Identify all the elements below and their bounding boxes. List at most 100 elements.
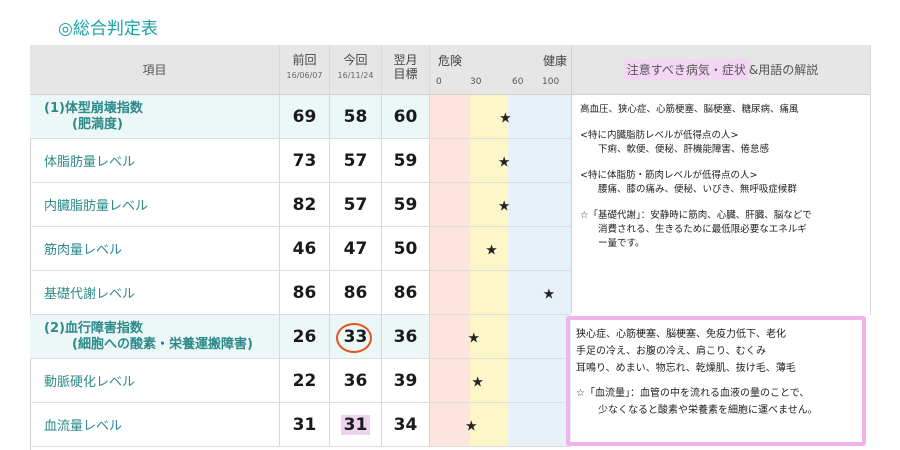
gauge-band bbox=[508, 227, 571, 270]
target-value: 34 bbox=[382, 403, 430, 446]
score-marker-icon: ★ bbox=[542, 285, 556, 302]
prev-value: 82 bbox=[280, 183, 330, 226]
row-label: 内臓脂肪量レベル bbox=[30, 183, 280, 226]
target-value: 39 bbox=[382, 359, 430, 402]
row-label: 基礎代謝レベル bbox=[30, 271, 280, 314]
prev-value: 69 bbox=[280, 95, 330, 138]
table-row: 体脂肪量レベル 73 57 59 ★ bbox=[30, 139, 571, 183]
notes-line: 耳鳴り、めまい、物忘れ、乾燥肌、抜け毛、薄毛 bbox=[576, 363, 796, 374]
row-label: (1)体型崩壊指数 (肥満度) bbox=[30, 95, 280, 138]
gauge-band bbox=[508, 139, 571, 182]
target-value: 59 bbox=[382, 139, 430, 182]
curr-value-cell: 86 bbox=[330, 271, 382, 314]
table-row: (1)体型崩壊指数 (肥満度) 69 58 60 ★ bbox=[30, 95, 571, 139]
notes-line: ☆「血流量」：血管の中を流れる血液の量のことで、 bbox=[576, 388, 810, 399]
header-prev-label: 前回 bbox=[292, 53, 317, 67]
curr-value-cell: 57 bbox=[330, 183, 382, 226]
curr-value: 57 bbox=[343, 194, 368, 215]
gauge-band bbox=[508, 315, 571, 358]
table-header: 項目 前回 16/06/07 今回 16/11/24 翌月 目標 危険 健康 0… bbox=[30, 45, 571, 95]
gauge-band bbox=[430, 315, 470, 358]
header-target-label2: 目標 bbox=[393, 67, 418, 81]
gauge-band bbox=[430, 95, 470, 138]
circle-mark bbox=[336, 323, 372, 353]
score-marker-icon: ★ bbox=[464, 417, 478, 434]
prev-value: 31 bbox=[280, 403, 330, 446]
curr-value-cell: 36 bbox=[330, 359, 382, 402]
curr-value-cell: 47 bbox=[330, 227, 382, 270]
gauge-band bbox=[508, 95, 571, 138]
gauge-healthy-label: 健康 bbox=[542, 54, 567, 68]
gauge-band bbox=[470, 271, 508, 314]
row-label-sub: (肥満度) bbox=[72, 116, 123, 132]
header-curr: 今回 16/11/24 bbox=[330, 45, 382, 94]
row-label-main: (2)血行障害指数 bbox=[44, 320, 143, 336]
table-row: (2)血行障害指数 (細胞への酸素・栄養運搬障害) 26 33 36 ★ bbox=[30, 315, 571, 359]
target-value: 60 bbox=[382, 95, 430, 138]
notes-line: 下痢、軟便、便秘、肝機能障害、倦怠感 bbox=[598, 144, 770, 155]
gauge-tick-label: 0 bbox=[436, 77, 442, 87]
gauge-band bbox=[430, 183, 470, 226]
table-right-border bbox=[870, 45, 871, 315]
notes-line: 手足の冷え、お腹の冷え、肩こり、むくみ bbox=[576, 346, 766, 357]
score-gauge: ★ bbox=[430, 227, 571, 270]
curr-value: 58 bbox=[343, 106, 368, 127]
table-row: 基礎代謝レベル 86 86 86 ★ bbox=[30, 271, 571, 315]
notes-body-type: 高血圧、狭心症、心筋梗塞、脳梗塞、糖尿病、痛風 <特に内臓脂肪レベルが低得点の人… bbox=[571, 95, 870, 313]
row-label-main: (1)体型崩壊指数 bbox=[44, 100, 143, 116]
gauge-band bbox=[508, 271, 571, 314]
notes-blood-flow: 狭心症、心筋梗塞、脳梗塞、免疫力低下、老化 手足の冷え、お腹の冷え、肩こり、むく… bbox=[566, 316, 866, 446]
row-label-sub: (細胞への酸素・栄養運搬障害) bbox=[72, 336, 253, 352]
score-marker-icon: ★ bbox=[499, 109, 512, 126]
notes-line: <特に内臓脂肪レベルが低得点の人> bbox=[580, 130, 739, 141]
notes-line: 狭心症、心筋梗塞、脳梗塞、免疫力低下、老化 bbox=[576, 329, 786, 340]
header-notes: 注意すべき病気・症状 &用語の解説 bbox=[571, 45, 870, 95]
header-item: 項目 bbox=[30, 45, 280, 94]
score-gauge: ★ bbox=[430, 359, 571, 402]
prev-value: 46 bbox=[280, 227, 330, 270]
gauge-band bbox=[430, 139, 470, 182]
curr-value-cell: 33 bbox=[330, 315, 382, 358]
curr-value-cell: 57 bbox=[330, 139, 382, 182]
gauge-band bbox=[508, 403, 571, 446]
score-gauge: ★ bbox=[430, 95, 571, 138]
table-row: 動脈硬化レベル 22 36 39 ★ bbox=[30, 359, 571, 403]
row-label: 筋肉量レベル bbox=[30, 227, 280, 270]
header-target: 翌月 目標 bbox=[382, 45, 430, 94]
score-marker-icon: ★ bbox=[485, 241, 498, 258]
curr-value: 47 bbox=[343, 238, 368, 259]
prev-value: 22 bbox=[280, 359, 330, 402]
score-marker-icon: ★ bbox=[497, 153, 511, 170]
header-prev: 前回 16/06/07 bbox=[280, 45, 330, 94]
curr-value: 36 bbox=[343, 370, 368, 391]
curr-value-cell: 58 bbox=[330, 95, 382, 138]
row-label: 血流量レベル bbox=[30, 403, 280, 446]
gauge-tick-label: 30 bbox=[470, 77, 482, 87]
score-marker-icon: ★ bbox=[497, 197, 511, 214]
prev-value: 26 bbox=[280, 315, 330, 358]
notes-line: 少なくなると酸素や栄養素を細胞に運べません。 bbox=[598, 405, 818, 416]
table-row: 内臓脂肪量レベル 82 57 59 ★ bbox=[30, 183, 571, 227]
header-target-label1: 翌月 bbox=[393, 53, 418, 67]
target-value: 59 bbox=[382, 183, 430, 226]
gauge-band bbox=[508, 183, 571, 226]
notes-line: 高血圧、狭心症、心筋梗塞、脳梗塞、糖尿病、痛風 bbox=[580, 104, 799, 115]
gauge-band bbox=[508, 359, 571, 402]
header-prev-date: 16/06/07 bbox=[286, 71, 323, 80]
table-row: 血流量レベル 31 31 34 ★ bbox=[30, 403, 571, 447]
notes-line: <特に体脂肪・筋肉レベルが低得点の人> bbox=[580, 170, 758, 181]
score-gauge: ★ bbox=[430, 315, 571, 358]
header-notes-rest: &用語の解説 bbox=[748, 63, 819, 77]
notes-line: 腰痛、膝の痛み、便秘、いびき、無呼吸症候群 bbox=[598, 184, 797, 195]
gauge-tick-label: 100 bbox=[542, 77, 560, 87]
gauge-tick-label: 60 bbox=[512, 77, 524, 87]
curr-value: 31 bbox=[340, 414, 371, 435]
score-gauge: ★ bbox=[430, 139, 571, 182]
gauge-band bbox=[430, 271, 470, 314]
curr-value: 86 bbox=[343, 282, 368, 303]
score-marker-icon: ★ bbox=[471, 373, 484, 390]
row-label: 体脂肪量レベル bbox=[30, 139, 280, 182]
prev-value: 73 bbox=[280, 139, 330, 182]
prev-value: 86 bbox=[280, 271, 330, 314]
gauge-band bbox=[430, 359, 470, 402]
